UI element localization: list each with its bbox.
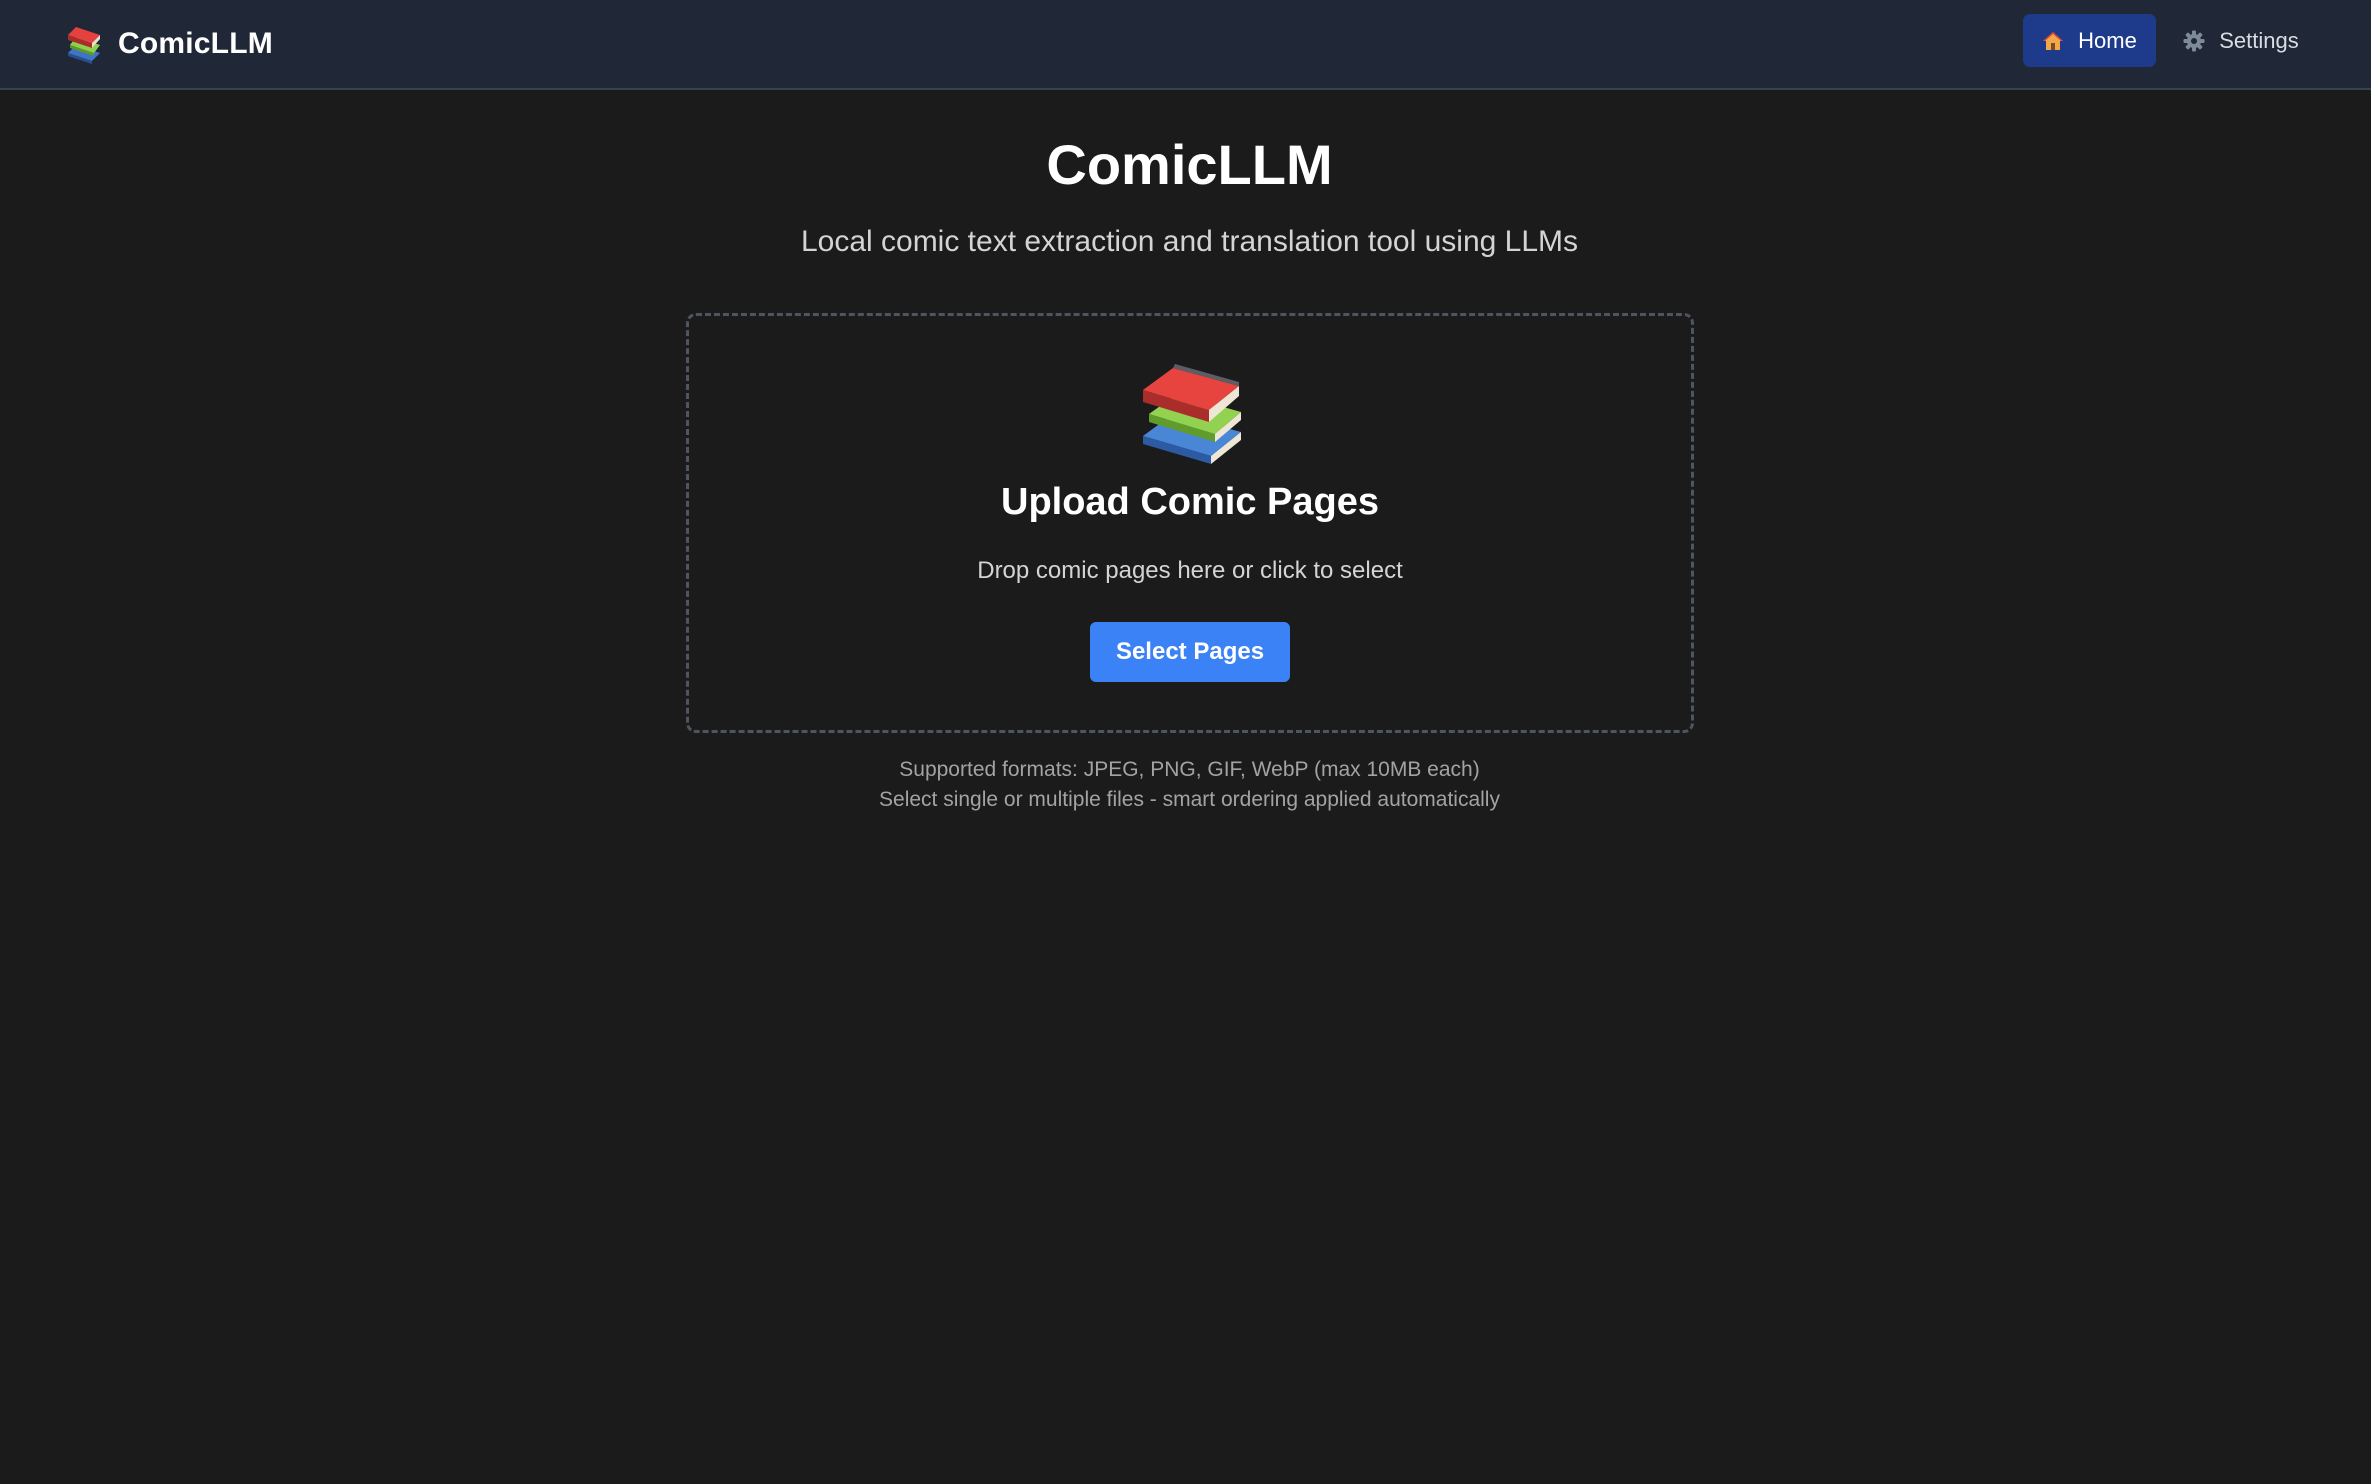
books-icon [68, 27, 100, 64]
supported-formats-text: Supported formats: JPEG, PNG, GIF, WebP … [899, 758, 1480, 781]
house-icon [2043, 31, 2064, 50]
brand-link[interactable]: ComicLLM [62, 21, 273, 67]
select-pages-button[interactable]: Select Pages [1090, 622, 1290, 682]
books-icon [1143, 364, 1241, 464]
nav-home-link[interactable]: Home [2023, 14, 2156, 67]
gear-icon [2183, 30, 2205, 51]
top-navbar: ComicLLM Home Settings [0, 0, 2371, 90]
upload-instruction: Drop comic pages here or click to select [977, 557, 1403, 584]
nav-home-label: Home [2078, 27, 2137, 53]
page-title: ComicLLM [1046, 133, 1333, 196]
upload-title: Upload Comic Pages [1001, 481, 1379, 523]
page-subtitle: Local comic text extraction and translat… [800, 225, 1579, 258]
nav-settings-link[interactable]: Settings [2166, 14, 2316, 67]
nav-settings-label: Settings [2219, 27, 2299, 53]
upload-dropzone[interactable]: Upload Comic Pages Drop comic pages here… [686, 313, 1694, 733]
brand-name: ComicLLM [118, 27, 273, 60]
multi-select-hint-text: Select single or multiple files - smart … [879, 788, 1500, 811]
